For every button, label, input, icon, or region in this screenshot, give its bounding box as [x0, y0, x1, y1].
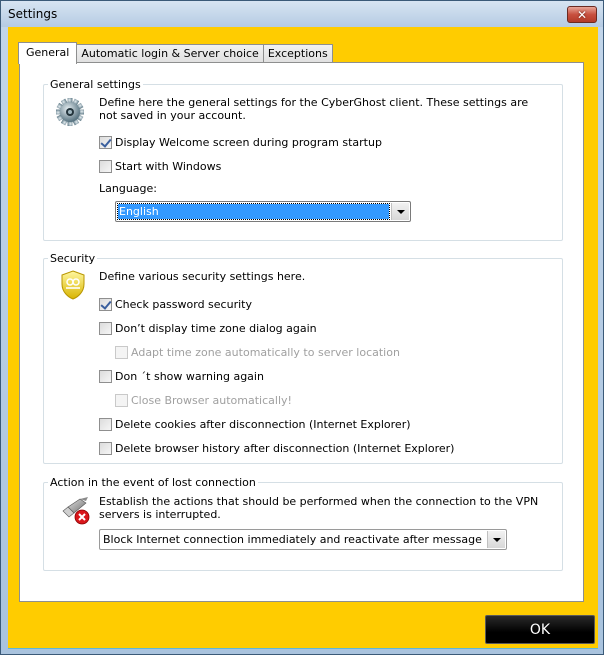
language-selected-value: English: [117, 203, 390, 220]
checkbox-label: Don’t display time zone dialog again: [115, 321, 317, 335]
check-password-security-checkbox[interactable]: Check password security: [99, 297, 252, 311]
checkbox-box[interactable]: [99, 441, 112, 455]
close-browser-automatically-checkbox: Close Browser automatically!: [115, 393, 292, 407]
delete-cookies-checkbox[interactable]: Delete cookies after disconnection (Inte…: [99, 417, 411, 431]
checkbox-label: Display Welcome screen during program st…: [115, 135, 382, 149]
chevron-down-icon[interactable]: [391, 203, 409, 220]
chevron-down-icon[interactable]: [487, 531, 505, 548]
settings-window: Settings ✕ General Automatic login & Ser…: [0, 0, 604, 655]
window-title: Settings: [8, 7, 58, 21]
dialog-client-area: General Automatic login & Server choice …: [8, 27, 598, 649]
delete-browser-history-checkbox[interactable]: Delete browser history after disconnecti…: [99, 441, 454, 455]
checkbox-box[interactable]: [99, 159, 112, 173]
checkbox-label: Start with Windows: [115, 159, 222, 173]
display-welcome-screen-checkbox[interactable]: Display Welcome screen during program st…: [99, 135, 382, 149]
checkbox-box[interactable]: [99, 297, 112, 311]
checkbox-label: Check password security: [115, 297, 252, 311]
close-icon: ✕: [576, 7, 588, 22]
language-label: Language:: [99, 182, 157, 195]
start-with-windows-checkbox[interactable]: Start with Windows: [99, 159, 221, 173]
checkbox-label: Close Browser automatically!: [131, 393, 292, 407]
adapt-time-zone-checkbox: Adapt time zone automatically to server …: [115, 345, 400, 359]
checkbox-label: Delete cookies after disconnection (Inte…: [115, 417, 411, 431]
checkbox-box[interactable]: [99, 369, 112, 383]
checkbox-box: [115, 393, 128, 407]
security-description: Define various security settings here.: [99, 270, 306, 283]
dont-display-time-zone-dialog-checkbox[interactable]: Don’t display time zone dialog again: [99, 321, 317, 335]
lost-connection-action-value: Block Internet connection immediately an…: [103, 533, 482, 546]
security-legend: Security: [50, 252, 96, 265]
close-button[interactable]: ✕: [567, 6, 597, 23]
checkbox-box[interactable]: [99, 135, 112, 149]
checkbox-label: Adapt time zone automatically to server …: [131, 345, 400, 359]
lost-connection-description: Establish the actions that should be per…: [99, 495, 539, 521]
gear-icon: [56, 98, 84, 126]
checkbox-box: [115, 345, 128, 359]
tab-strip: General Automatic login & Server choice …: [18, 42, 333, 64]
shield-icon: [61, 270, 85, 300]
tab-automatic-login-server-choice[interactable]: Automatic login & Server choice: [76, 44, 264, 63]
general-settings-legend: General settings: [50, 78, 141, 91]
language-dropdown[interactable]: English: [115, 201, 411, 222]
checkbox-box[interactable]: [99, 321, 112, 335]
ok-button[interactable]: OK: [485, 615, 595, 644]
tab-exceptions[interactable]: Exceptions: [262, 44, 333, 63]
network-disconnected-icon: [62, 497, 90, 525]
checkbox-label: Delete browser history after disconnecti…: [115, 441, 455, 455]
tab-general[interactable]: General: [18, 42, 78, 64]
lost-connection-legend: Action in the event of lost connection: [50, 476, 256, 489]
lost-connection-group: Action in the event of lost connection: [43, 476, 563, 571]
title-bar: Settings ✕: [1, 1, 603, 27]
checkbox-label: Don ´t show warning again: [115, 369, 264, 383]
lost-connection-action-dropdown[interactable]: Block Internet connection immediately an…: [99, 529, 507, 550]
general-tab-panel: General settings Define here the general…: [19, 62, 584, 602]
dont-show-warning-checkbox[interactable]: Don ´t show warning again: [99, 369, 264, 383]
checkbox-box[interactable]: [99, 417, 112, 431]
general-settings-description: Define here the general settings for the…: [99, 96, 529, 122]
